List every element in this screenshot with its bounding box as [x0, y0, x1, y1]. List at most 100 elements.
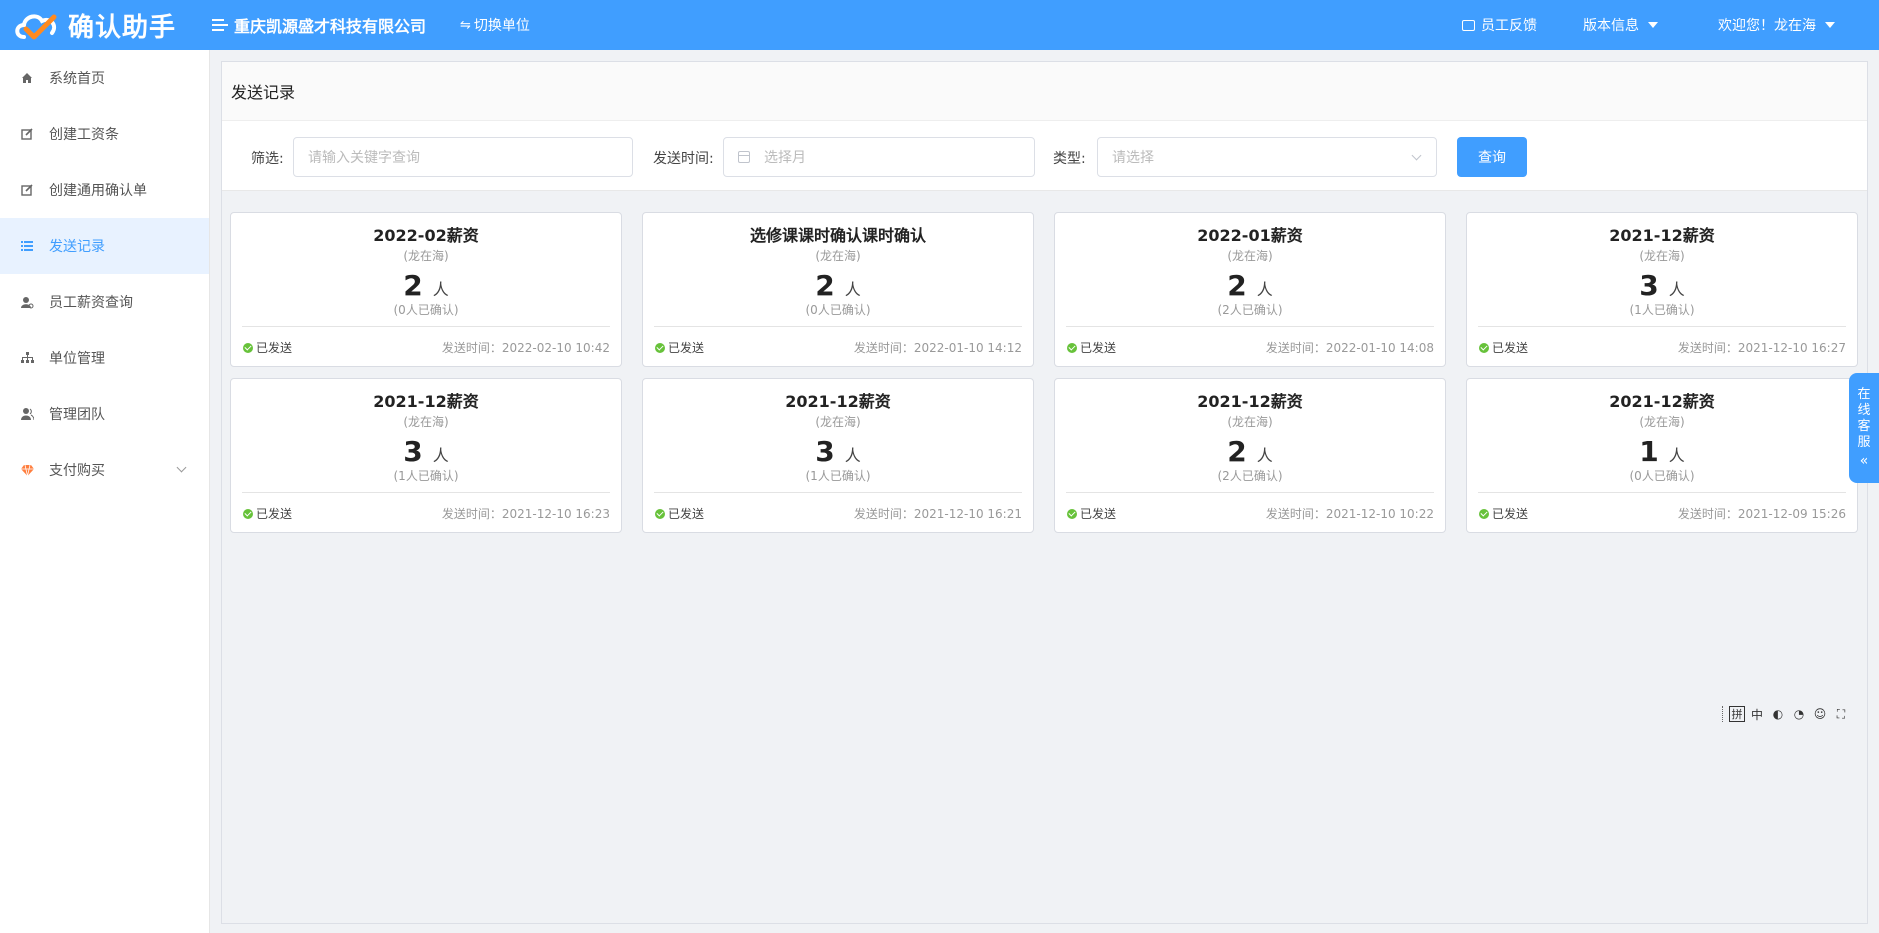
feedback-link[interactable]: 员工反馈 [1462, 15, 1537, 35]
logo-text: 确认助手 [68, 12, 177, 43]
card-status: 已发送 [668, 507, 705, 521]
ime-lang-toggle-icon[interactable]: 中 [1748, 705, 1766, 723]
record-card[interactable]: 2021-12薪资 (龙在海) 3人 (1人已确认) 已发送 发送时间：2021-… [642, 378, 1034, 533]
card-count-unit: 人 [1668, 446, 1685, 465]
card-confirmed-count: (0人已确认) [805, 303, 871, 317]
sidebar-item-label: 系统首页 [49, 71, 105, 87]
menu-toggle-icon[interactable] [212, 19, 228, 31]
card-divider [1066, 492, 1434, 493]
record-card[interactable]: 2021-12薪资 (龙在海) 2人 (2人已确认) 已发送 发送时间：2021-… [1054, 378, 1446, 533]
card-title: 2021-12薪资 [785, 392, 891, 411]
card-send-time: 发送时间：2021-12-10 16:21 [853, 507, 1022, 521]
card-status: 已发送 [256, 341, 293, 355]
edit-icon [20, 183, 34, 197]
card-recipient-count: 3 [1639, 269, 1659, 302]
sidebar-item-label: 创建工资条 [49, 127, 119, 143]
card-send-time: 发送时间：2021-12-09 15:26 [1677, 507, 1846, 521]
app-logo[interactable]: 确认助手 [0, 7, 200, 44]
card-confirmed-count: (2人已确认) [1217, 469, 1283, 483]
message-icon [1462, 19, 1475, 31]
card-confirmed-count: (1人已确认) [1629, 303, 1695, 317]
card-count-unit: 人 [1256, 280, 1273, 299]
sidebar-item-salary-query[interactable]: 员工薪资查询 [0, 274, 209, 330]
card-count-unit: 人 [844, 280, 861, 299]
check-circle-icon [1479, 508, 1489, 519]
record-card[interactable]: 2021-12薪资 (龙在海) 1人 (0人已确认) 已发送 发送时间：2021-… [1466, 378, 1858, 533]
card-title: 2021-12薪资 [373, 392, 479, 411]
company-name[interactable]: 重庆凯源盛才科技有限公司 [212, 13, 426, 37]
keyword-filter-label: 筛选: [251, 151, 284, 167]
edit-icon [20, 127, 34, 141]
card-divider [1478, 492, 1846, 493]
service-char: 线 [1857, 403, 1871, 418]
card-title: 2021-12薪资 [1197, 392, 1303, 411]
sidebar-item-label: 创建通用确认单 [49, 183, 147, 199]
sidebar-item-send-records[interactable]: 发送记录 [0, 218, 209, 274]
keyword-placeholder: 请输入关键字查询 [308, 150, 420, 166]
type-filter-label: 类型: [1053, 151, 1086, 167]
card-confirmed-count: (1人已确认) [393, 469, 459, 483]
card-send-time: 发送时间：2021-12-10 10:22 [1265, 507, 1434, 521]
card-status: 已发送 [1492, 341, 1529, 355]
page-title: 发送记录 [231, 83, 296, 102]
ime-punct-icon[interactable]: ◐ [1769, 705, 1787, 723]
query-button[interactable]: 查询 [1457, 137, 1527, 177]
send-time-label: 发送时间: [653, 151, 714, 167]
keyword-search-input[interactable]: 请输入关键字查询 [293, 137, 633, 177]
ime-expand-icon[interactable]: ⛶ [1832, 705, 1850, 723]
record-card-grid: 2022-02薪资 (龙在海) 2人 (0人已确认) 已发送 发送时间：2022-… [230, 212, 1860, 533]
record-card[interactable]: 2021-12薪资 (龙在海) 3人 (1人已确认) 已发送 发送时间：2021-… [1466, 212, 1858, 367]
card-send-time: 发送时间：2022-01-10 14:12 [853, 341, 1022, 355]
card-status: 已发送 [256, 507, 293, 521]
sidebar-item-create-payslip[interactable]: 创建工资条 [0, 106, 209, 162]
card-divider [654, 326, 1022, 327]
month-picker-input[interactable]: 选择月 [723, 137, 1035, 177]
card-confirmed-count: (1人已确认) [805, 469, 871, 483]
type-select[interactable]: 请选择 [1097, 137, 1437, 177]
caret-down-icon [1648, 22, 1658, 28]
record-card[interactable]: 2021-12薪资 (龙在海) 3人 (1人已确认) 已发送 发送时间：2021-… [230, 378, 622, 533]
version-dropdown[interactable]: 版本信息 [1583, 15, 1658, 35]
card-confirmed-count: (0人已确认) [393, 303, 459, 317]
ime-emoji-icon[interactable]: ☺ [1811, 705, 1829, 723]
card-divider [242, 326, 610, 327]
user-dropdown[interactable]: 欢迎您！龙在海 [1718, 15, 1835, 35]
service-char: 客 [1857, 419, 1871, 434]
swap-icon: ⇋ [460, 17, 471, 33]
card-count-unit: 人 [844, 446, 861, 465]
switch-unit-link[interactable]: ⇋ 切换单位 [460, 15, 530, 35]
cloud-check-logo-icon [15, 14, 57, 40]
sidebar-item-home[interactable]: 系统首页 [0, 50, 209, 106]
ime-pinyin-button[interactable]: 拼 [1729, 706, 1745, 722]
card-confirmed-count: (2人已确认) [1217, 303, 1283, 317]
filter-bar: 筛选: 请输入关键字查询 发送时间: 选择月 类型: 请选择 查询 [222, 121, 1867, 191]
type-placeholder: 请选择 [1112, 150, 1154, 166]
sidebar-item-label: 支付购买 [49, 463, 105, 479]
card-recipient-count: 3 [403, 435, 423, 468]
record-card[interactable]: 选修课课时确认课时确认 (龙在海) 2人 (0人已确认) 已发送 发送时间：202… [642, 212, 1034, 367]
check-circle-icon [243, 342, 253, 353]
diamond-icon [20, 463, 34, 477]
card-title: 选修课课时确认课时确认 [749, 226, 926, 245]
top-header: 确认助手 重庆凯源盛才科技有限公司 ⇋ 切换单位 员工反馈 版本信息 欢迎您！龙… [0, 0, 1879, 50]
sidebar-item-unit-management[interactable]: 单位管理 [0, 330, 209, 386]
version-label: 版本信息 [1583, 18, 1639, 34]
card-recipient-count: 2 [1227, 435, 1247, 468]
ime-drag-handle[interactable] [1722, 706, 1726, 722]
ime-halfwidth-icon[interactable]: ◔ [1790, 705, 1808, 723]
card-creator: (龙在海) [815, 415, 861, 429]
sidebar-item-label: 管理团队 [49, 407, 105, 423]
online-service-tab[interactable]: 在 线 客 服 « [1849, 373, 1879, 483]
card-send-time: 发送时间：2021-12-10 16:27 [1677, 341, 1846, 355]
sidebar-item-team[interactable]: 管理团队 [0, 386, 209, 442]
record-card[interactable]: 2022-01薪资 (龙在海) 2人 (2人已确认) 已发送 发送时间：2022-… [1054, 212, 1446, 367]
card-send-time: 发送时间：2021-12-10 16:23 [441, 507, 610, 521]
sidebar-item-create-confirmation[interactable]: 创建通用确认单 [0, 162, 209, 218]
sidebar-item-payment[interactable]: 支付购买 [0, 442, 209, 498]
sidebar-item-label: 单位管理 [49, 351, 105, 367]
card-creator: (龙在海) [403, 415, 449, 429]
record-card[interactable]: 2022-02薪资 (龙在海) 2人 (0人已确认) 已发送 发送时间：2022-… [230, 212, 622, 367]
card-creator: (龙在海) [1639, 249, 1685, 263]
sidebar-item-label: 发送记录 [49, 239, 105, 255]
chevron-down-icon [1411, 150, 1422, 161]
